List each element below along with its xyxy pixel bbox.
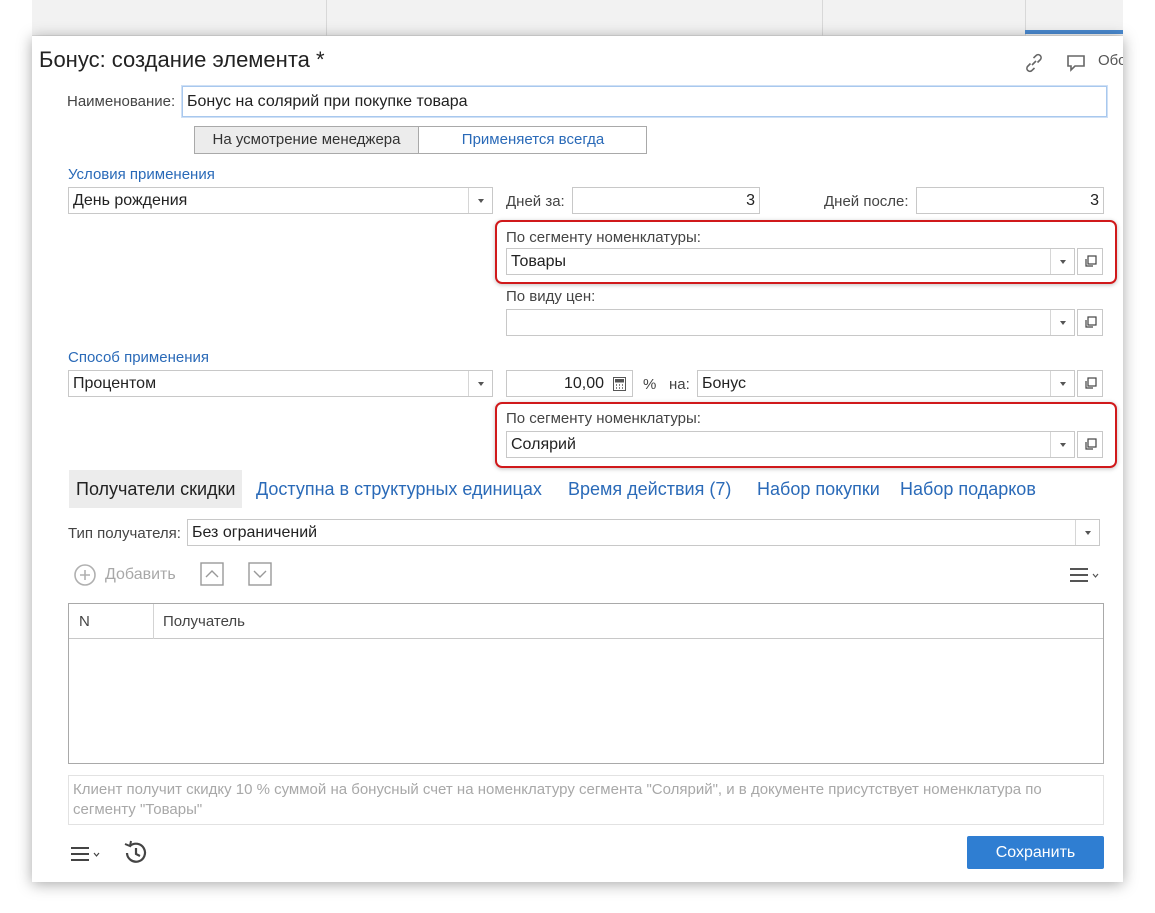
condition-select[interactable]: День рождения [68, 187, 493, 214]
open-price-type-button[interactable] [1077, 309, 1103, 336]
on-value: Бонус [702, 375, 747, 392]
method-segment-label: По сегменту номенклатуры: [506, 410, 701, 427]
column-header-recipient[interactable]: Получатель [155, 604, 253, 639]
days-after-label: Дней после: [824, 193, 909, 210]
element-form-window: Бонус: создание элемента * Обс Наименова… [32, 36, 1123, 882]
method-segment-select[interactable]: Солярий [506, 431, 1075, 458]
tab-validity[interactable]: Время действия (7) [568, 470, 731, 508]
price-type-label: По виду цен: [506, 288, 596, 305]
chevron-down-icon[interactable] [1050, 432, 1074, 457]
discussion-label[interactable]: Обс [1098, 52, 1123, 69]
conditions-section-label: Условия применения [68, 166, 215, 183]
background-window-strip [32, 0, 1123, 36]
days-after-value: 3 [1090, 192, 1099, 209]
open-icon [1085, 438, 1097, 450]
calculator-icon[interactable] [613, 377, 626, 395]
menu-icon [1070, 568, 1099, 582]
name-input[interactable]: Бонус на солярий при покупке товара [182, 86, 1107, 117]
tab-gift-set[interactable]: Набор подарков [900, 470, 1036, 508]
chevron-down-icon[interactable] [468, 371, 492, 396]
method-segment-value: Солярий [511, 436, 576, 453]
discussion-icon[interactable] [1064, 51, 1088, 75]
tab-structural-units[interactable]: Доступна в структурных единицах [256, 470, 542, 508]
percent-label: % [643, 376, 657, 393]
on-select[interactable]: Бонус [697, 370, 1075, 397]
add-label: Добавить [105, 566, 176, 583]
divider [326, 0, 327, 36]
chevron-down-icon[interactable] [1075, 520, 1099, 545]
divider [822, 0, 823, 36]
tab-recipients[interactable]: Получатели скидки [69, 470, 243, 508]
application-mode-toggle: На усмотрение менеджера Применяется всег… [194, 126, 647, 154]
open-segment-button[interactable] [1077, 248, 1103, 275]
history-button[interactable] [122, 839, 150, 871]
chevron-down-icon[interactable] [1050, 249, 1074, 274]
chevron-down-icon[interactable] [1050, 310, 1074, 335]
days-before-value: 3 [746, 192, 755, 209]
method-value: Процентом [73, 375, 157, 392]
open-method-segment-button[interactable] [1077, 431, 1103, 458]
recipient-type-value: Без ограничений [192, 524, 318, 541]
history-icon [124, 840, 147, 863]
toggle-option-always[interactable]: Применяется всегда [420, 127, 646, 153]
segment-select[interactable]: Товары [506, 248, 1075, 275]
save-button[interactable]: Сохранить [967, 836, 1104, 869]
open-icon [1085, 316, 1097, 328]
link-icon[interactable] [1022, 51, 1046, 75]
name-value: Бонус на солярий при покупке товара [187, 93, 468, 110]
description-field[interactable]: Клиент получит скидку 10 % суммой на бон… [68, 775, 1104, 825]
method-select[interactable]: Процентом [68, 370, 493, 397]
table-header: N Получатель [69, 604, 1103, 639]
toggle-option-manager[interactable]: На усмотрение менеджера [195, 127, 419, 153]
plus-circle-icon [73, 563, 97, 591]
days-before-label: Дней за: [506, 193, 565, 210]
price-type-select[interactable] [506, 309, 1075, 336]
condition-value: День рождения [73, 192, 188, 209]
footer-menu-button[interactable] [70, 846, 104, 866]
amount-input[interactable]: 10,00 [506, 370, 633, 397]
move-down-button[interactable] [248, 562, 272, 590]
more-menu-button[interactable] [1069, 567, 1103, 587]
amount-value: 10,00 [563, 375, 604, 392]
page-title: Бонус: создание элемента * [39, 47, 325, 72]
move-up-button[interactable] [200, 562, 224, 590]
open-icon [1085, 377, 1097, 389]
tab-purchase-set[interactable]: Набор покупки [757, 470, 880, 508]
on-label: на: [669, 376, 690, 393]
name-label: Наименование: [67, 93, 176, 110]
method-section-label: Способ применения [68, 349, 209, 366]
chevron-up-icon [200, 562, 224, 586]
segment-label: По сегменту номенклатуры: [506, 229, 701, 246]
menu-icon [71, 847, 100, 861]
recipient-type-label: Тип получателя: [68, 525, 181, 542]
chevron-down-icon[interactable] [1050, 371, 1074, 396]
days-before-input[interactable]: 3 [572, 187, 760, 214]
chevron-down-icon [248, 562, 272, 586]
recipients-table[interactable]: N Получатель [68, 603, 1104, 764]
open-on-button[interactable] [1077, 370, 1103, 397]
open-icon [1085, 255, 1097, 267]
days-after-input[interactable]: 3 [916, 187, 1104, 214]
chevron-down-icon[interactable] [468, 188, 492, 213]
column-header-n[interactable]: N [69, 604, 154, 639]
segment-value: Товары [511, 253, 567, 270]
active-tab-indicator [1025, 30, 1123, 34]
recipient-type-select[interactable]: Без ограничений [187, 519, 1100, 546]
